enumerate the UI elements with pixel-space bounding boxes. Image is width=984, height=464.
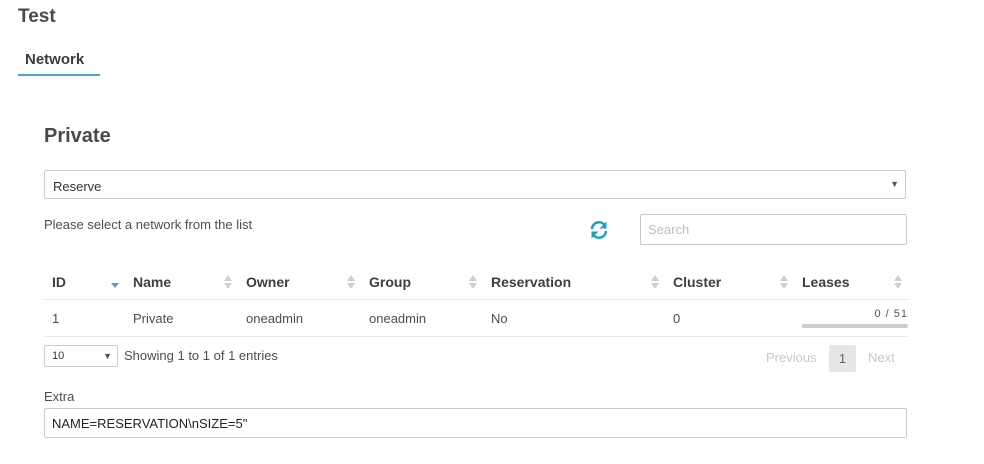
cell-group: oneadmin [361, 299, 483, 337]
chevron-down-icon: ▼ [890, 179, 899, 189]
sort-both-icon [347, 275, 355, 289]
column-header-cluster[interactable]: Cluster [665, 264, 794, 300]
cell-reservation: No [483, 299, 665, 337]
page-length-select[interactable]: 10 ▼ [44, 345, 118, 367]
page-length-value: 10 [52, 350, 65, 362]
cell-id: 1 [44, 299, 125, 337]
column-header-label: Group [369, 273, 411, 290]
page-1-button[interactable]: 1 [829, 345, 856, 372]
cell-cluster: 0 [665, 299, 794, 337]
extra-label: Extra [44, 389, 75, 404]
sort-both-icon [780, 275, 788, 289]
column-header-name[interactable]: Name [125, 264, 238, 300]
section-title: Private [44, 125, 111, 147]
sort-both-icon [224, 275, 232, 289]
search-input[interactable] [640, 214, 907, 245]
previous-page-button[interactable]: Previous [766, 350, 817, 377]
chevron-down-icon: ▼ [103, 351, 112, 361]
cell-name: Private [125, 299, 238, 337]
column-header-label: Owner [246, 273, 290, 290]
column-header-label: Reservation [491, 273, 572, 290]
column-header-id[interactable]: ID [44, 264, 125, 300]
leases-text: 0 / 51 [874, 308, 908, 320]
leases-progress: 0 / 51 [802, 307, 908, 329]
tab-network[interactable]: Network [18, 50, 100, 76]
sort-both-icon [469, 275, 477, 289]
column-header-owner[interactable]: Owner [238, 264, 361, 300]
column-header-reservation[interactable]: Reservation [483, 264, 665, 300]
column-header-label: Leases [802, 273, 850, 290]
cell-leases: 0 / 51 [794, 299, 908, 337]
sort-both-icon [894, 275, 902, 289]
page-title: Test [18, 6, 56, 27]
sort-both-icon [651, 275, 659, 289]
network-hint: Please select a network from the list [44, 217, 253, 232]
table-header-row: ID Name Owner Group Reservation Cluster … [44, 264, 908, 300]
refresh-icon [590, 221, 608, 239]
table-row[interactable]: 1 Private oneadmin oneadmin No 0 0 / 51 [44, 299, 908, 337]
refresh-button[interactable] [588, 219, 610, 241]
cell-owner: oneadmin [238, 299, 361, 337]
leases-track [802, 324, 908, 328]
column-header-leases[interactable]: Leases [794, 264, 908, 300]
column-header-label: Name [133, 273, 172, 290]
column-header-group[interactable]: Group [361, 264, 483, 300]
action-select[interactable]: Reserve ▼ [44, 170, 906, 199]
entries-info: Showing 1 to 1 of 1 entries [124, 348, 278, 363]
column-header-label: Cluster [673, 273, 722, 290]
next-page-button[interactable]: Next [868, 350, 895, 377]
sort-desc-icon [111, 283, 119, 288]
action-select-value: Reserve [53, 179, 102, 194]
networks-table: ID Name Owner Group Reservation Cluster … [44, 264, 908, 337]
extra-input[interactable] [44, 408, 907, 438]
tab-network-label: Network [25, 51, 85, 68]
column-header-label: ID [52, 273, 66, 290]
